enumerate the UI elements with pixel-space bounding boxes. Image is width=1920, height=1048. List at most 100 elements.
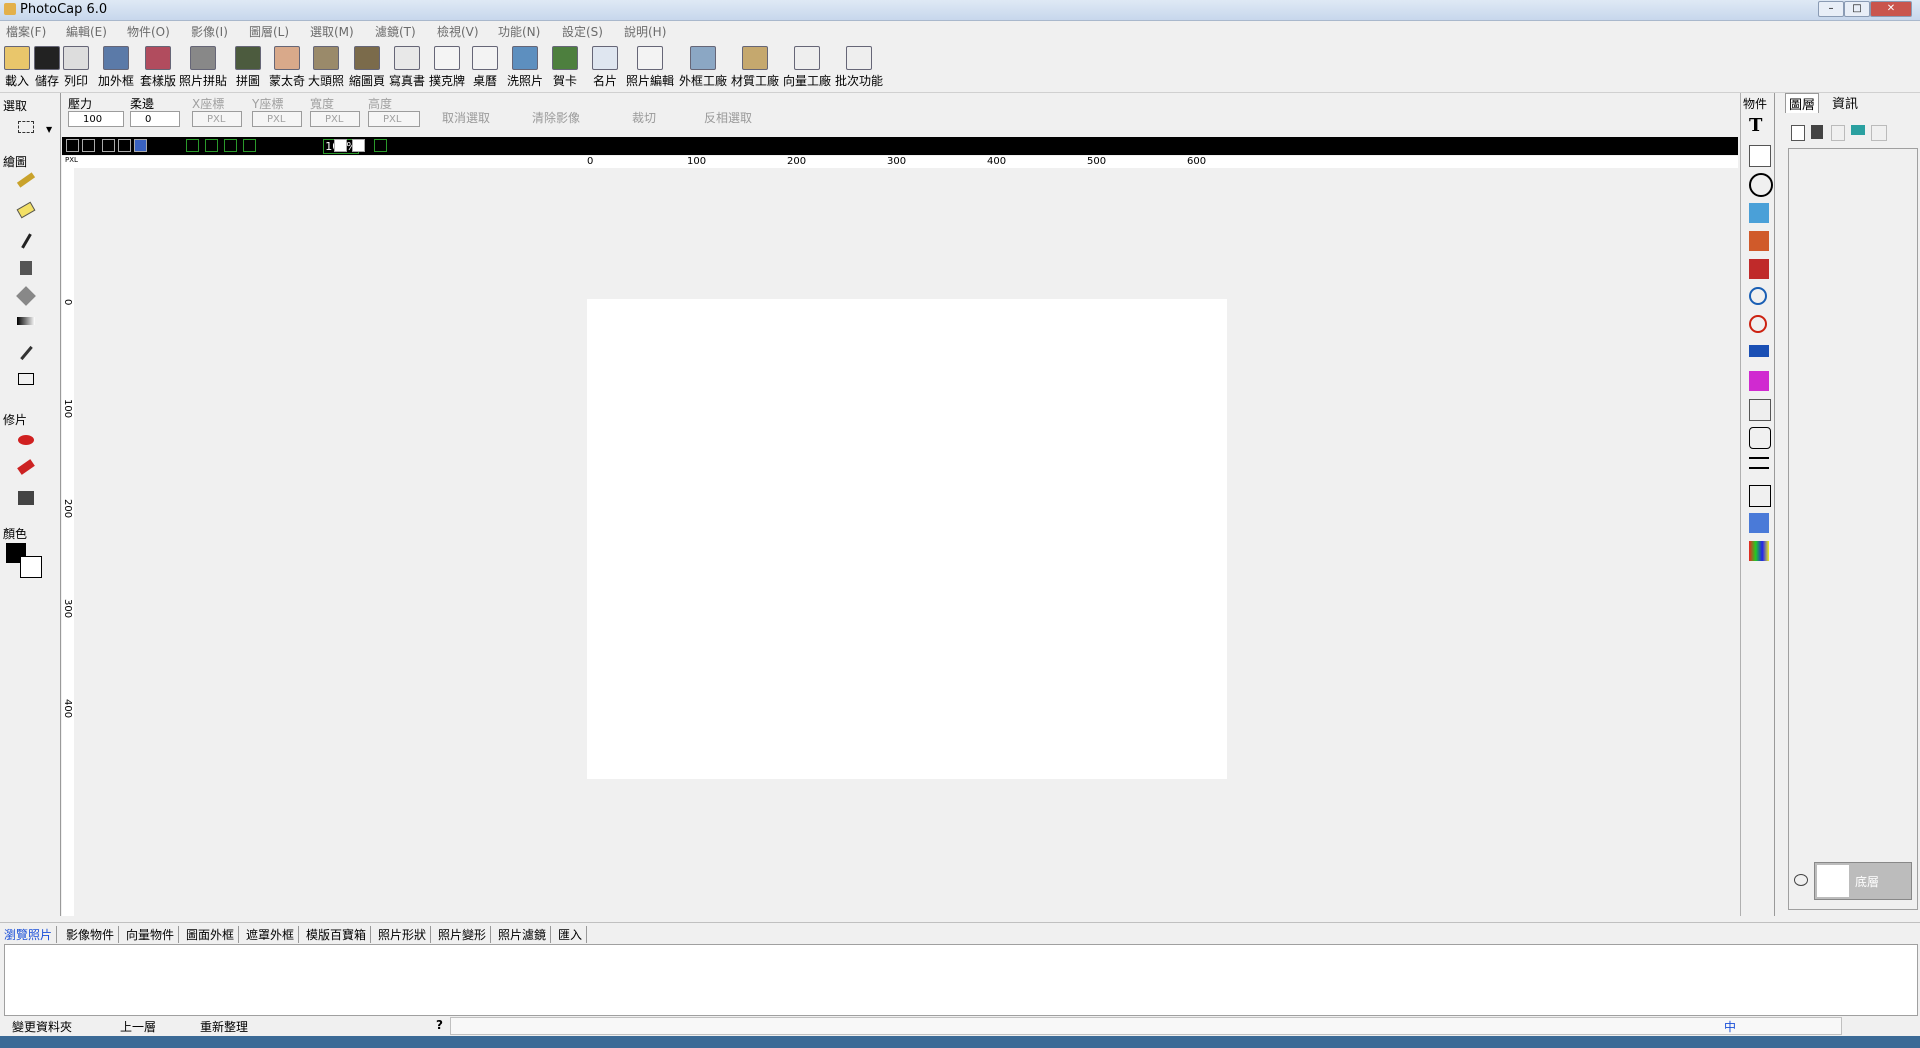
menu-object[interactable]: 物件(O) [127,23,170,40]
cake-icon[interactable] [1749,371,1769,391]
menu-file[interactable]: 檔案(F) [6,23,46,40]
ime-indicator[interactable]: 中 [1724,1018,1736,1035]
print-photo-button[interactable]: 洗照片 [505,46,545,90]
minimize-button[interactable]: – [1818,1,1844,17]
photo-browser[interactable] [4,944,1918,1016]
tab-mask-frames[interactable]: 遮罩外框 [242,926,300,943]
exif-icon[interactable] [1749,345,1769,357]
smudge-tool[interactable] [8,459,44,485]
tab-photo-shapes[interactable]: 照片形狀 [374,926,432,943]
up-folder-button[interactable]: 上一層 [120,1018,156,1035]
clock-icon[interactable] [1749,315,1767,333]
id-photo-button[interactable]: 大頭照 [307,46,345,90]
image-object-icon[interactable] [1749,203,1769,223]
menu-help[interactable]: 說明(H) [624,23,666,40]
add-icon[interactable] [374,139,387,152]
texture-factory-button[interactable]: 材質工廠 [730,46,780,90]
help-button[interactable]: ? [436,1018,443,1032]
x-input[interactable]: PXL [192,111,242,127]
frame-factory-button[interactable]: 外框工廠 [678,46,728,90]
arrows-icon[interactable] [1749,457,1769,469]
menu-select[interactable]: 選取(M) [310,23,354,40]
batch-button[interactable]: 批次功能 [834,46,884,90]
rect-select-tool[interactable] [8,117,44,143]
load-button[interactable]: 載入 [4,46,30,90]
speech-bubble-icon[interactable] [1749,427,1771,449]
copy-icon[interactable] [102,139,115,152]
grid-calendar-icon[interactable] [1749,399,1771,421]
actual-size-icon[interactable] [243,139,256,152]
close-button[interactable]: ✕ [1870,1,1912,17]
calendar-button[interactable]: 桌曆 [470,46,500,90]
stamp-tool[interactable] [8,257,44,283]
eye-icon[interactable] [1794,874,1808,886]
photo-edit-button[interactable]: 照片編輯 [625,46,675,90]
menu-settings[interactable]: 設定(S) [562,23,603,40]
invert-selection-button[interactable]: 反相選取 [704,109,752,126]
background-color[interactable] [20,556,42,578]
image-canvas[interactable] [587,299,1227,779]
tab-image-objects[interactable]: 影像物件 [62,926,120,943]
puzzle-button[interactable]: 拼圖 [234,46,262,90]
text-icon[interactable]: T [1749,115,1769,136]
tab-browse-photos[interactable]: 瀏覽照片 [0,926,58,943]
tab-photo-filters[interactable]: 照片濾鏡 [494,926,552,943]
gradient-tool[interactable] [8,313,44,339]
lock-icon[interactable] [1831,125,1845,141]
tab-canvas-frames[interactable]: 圖面外框 [182,926,240,943]
redo-icon[interactable] [82,139,95,152]
text-frame-icon[interactable] [1749,145,1771,167]
thumbnail-page-button[interactable]: 縮圖頁 [348,46,386,90]
menu-filter[interactable]: 濾鏡(T) [375,23,416,40]
template-button[interactable]: 套樣版 [138,46,178,90]
tab-vector-objects[interactable]: 向量物件 [122,926,180,943]
cancel-selection-button[interactable]: 取消選取 [442,109,490,126]
height-input[interactable]: PXL [368,111,420,127]
hand-icon[interactable] [352,139,365,152]
layer-props-icon[interactable] [1851,125,1865,135]
paste-icon[interactable] [134,139,147,152]
save-button[interactable]: 儲存 [34,46,60,90]
tab-layers[interactable]: 圖層 [1785,93,1820,113]
layer-stack-icon[interactable] [1749,259,1769,279]
pointer-icon[interactable] [334,139,347,152]
menu-image[interactable]: 影像(I) [191,23,228,40]
maximize-button[interactable]: □ [1844,1,1870,17]
fit-window-icon[interactable] [224,139,237,152]
fill-tool[interactable] [8,285,44,311]
star-icon[interactable] [1749,513,1769,533]
crop-button[interactable]: 裁切 [632,109,656,126]
namecard-button[interactable]: 名片 [590,46,620,90]
menu-view[interactable]: 檢視(V) [437,23,479,40]
merge-icon[interactable] [1871,125,1887,141]
menu-edit[interactable]: 編輯(E) [66,23,107,40]
brush-tool[interactable] [8,172,44,199]
vector-factory-button[interactable]: 向量工廠 [782,46,832,90]
width-input[interactable]: PXL [310,111,360,127]
eraser-tool[interactable] [8,201,44,227]
arrow-shape-icon[interactable] [1749,485,1771,507]
pressure-input[interactable]: 100 [68,111,124,127]
magnifier-icon[interactable] [1749,287,1767,305]
photo-object-icon[interactable] [1749,231,1769,251]
tab-photo-transform[interactable]: 照片變形 [434,926,492,943]
tab-template-box[interactable]: 模版百寶箱 [302,926,372,943]
poker-button[interactable]: 撲克牌 [428,46,466,90]
montage-button[interactable]: 蒙太奇 [268,46,306,90]
refresh-button[interactable]: 重新整理 [200,1018,248,1035]
add-frame-button[interactable]: 加外框 [96,46,136,90]
chevron-down-icon[interactable]: ▼ [46,125,52,134]
collage-button[interactable]: 照片拼貼 [178,46,228,90]
zoom-out-icon[interactable] [205,139,218,152]
eyedropper-tool[interactable] [8,341,44,367]
greeting-card-button[interactable]: 賀卡 [550,46,580,90]
photobook-button[interactable]: 寫真書 [388,46,426,90]
delete-layer-icon[interactable] [1811,125,1823,139]
zoom-in-icon[interactable] [186,139,199,152]
menu-function[interactable]: 功能(N) [498,23,540,40]
tab-info[interactable]: 資訊 [1829,93,1861,112]
shape-tool[interactable] [8,369,44,395]
clone-tool[interactable] [8,487,44,513]
feather-input[interactable]: 0 [130,111,180,127]
clear-image-button[interactable]: 清除影像 [532,109,580,126]
